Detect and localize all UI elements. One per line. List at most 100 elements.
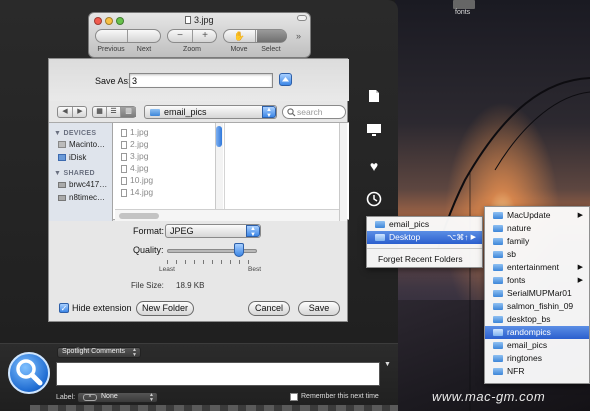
menu-item-randompics[interactable]: randompics — [485, 326, 589, 339]
save-button[interactable]: Save — [298, 301, 340, 316]
file-name: 3.jpg — [130, 151, 149, 161]
remember-checkbox[interactable] — [290, 393, 298, 401]
label-color-icon: × — [83, 394, 97, 401]
menu-item-macupdate[interactable]: MacUpdate ▶ — [485, 209, 589, 222]
menu-item-nfr[interactable]: NFR — [485, 365, 589, 378]
list-item[interactable]: 4.jpg — [121, 163, 148, 173]
menu-item-email-pics[interactable]: email_pics — [485, 339, 589, 352]
minimize-button[interactable] — [105, 17, 113, 25]
toolbar-toggle-button[interactable] — [297, 15, 307, 21]
menu-item-forget-recent[interactable]: Forget Recent Folders — [367, 253, 482, 266]
shared-header: ▼ SHARED — [54, 170, 95, 177]
monitor-icon[interactable] — [366, 122, 382, 138]
file-name: 10.jpg — [130, 175, 154, 185]
move-tool-button[interactable]: ✋ — [224, 30, 256, 42]
menu-item-serialmupmar01[interactable]: SerialMUPMar01 — [485, 287, 589, 300]
menu-item-label: desktop_bs — [507, 314, 551, 324]
column-scrollbar[interactable] — [339, 123, 347, 221]
file-size-value: 18.9 KB — [176, 281, 205, 290]
scrollbar-thumb[interactable] — [119, 213, 159, 219]
format-popup[interactable]: JPEG ▲ ▼ — [165, 224, 261, 238]
column-view-button[interactable]: ▥ — [121, 107, 136, 117]
filename-input[interactable] — [129, 73, 273, 88]
sidebar-item-idisk[interactable]: iDisk — [69, 153, 111, 162]
watermark: www.mac-gm.com — [432, 389, 546, 404]
spotlight-comments-popup[interactable]: Spotlight Comments ▲ ▼ — [57, 347, 141, 358]
folder-icon — [493, 329, 503, 336]
hide-extension-checkbox[interactable]: ✓ — [59, 303, 69, 313]
menu-item-sb[interactable]: sb — [485, 248, 589, 261]
zoom-window-button[interactable] — [116, 17, 124, 25]
horizontal-scrollbar[interactable] — [115, 209, 339, 221]
sidebar-item-macintosh[interactable]: Macinto… — [69, 140, 111, 149]
previous-button[interactable] — [96, 30, 128, 42]
back-button[interactable]: ◀ — [58, 107, 73, 117]
list-item[interactable]: 10.jpg — [121, 175, 153, 185]
tool-segmented: ✋ — [223, 29, 287, 43]
menu-item-label: sb — [507, 249, 516, 259]
list-item[interactable]: 14.jpg — [121, 187, 153, 197]
zoom-in-button[interactable]: + — [193, 30, 217, 42]
next-button[interactable] — [129, 30, 161, 42]
disclosure-button[interactable] — [279, 73, 292, 86]
file-icon — [121, 164, 127, 173]
list-view-button[interactable]: ☰ — [107, 107, 121, 117]
format-value: JPEG — [170, 226, 194, 236]
menu-item-desktop-bs[interactable]: desktop_bs — [485, 313, 589, 326]
icon-view-button[interactable]: ▦ — [93, 107, 107, 117]
scrollbar-thumb[interactable] — [216, 126, 222, 147]
menu-item-email-pics[interactable]: email_pics — [367, 218, 482, 231]
menu-item-desktop[interactable]: Desktop ⌥⌘↑ ▶ — [367, 231, 482, 244]
menu-item-fonts[interactable]: fonts ▶ — [485, 274, 589, 287]
search-field[interactable]: search — [282, 105, 346, 119]
clock-icon[interactable] — [366, 191, 382, 207]
sidebar-item-shared-1[interactable]: brwc417… — [69, 180, 111, 189]
toolbar-overflow-button[interactable]: » — [296, 31, 301, 41]
file-size-label: File Size: — [131, 281, 164, 290]
cancel-button[interactable]: Cancel — [248, 301, 290, 316]
sidebar-item-shared-2[interactable]: n8timec… — [69, 193, 111, 202]
shortcut-label: ⌥⌘↑ — [447, 233, 469, 242]
menu-separator — [367, 248, 482, 249]
desktop-submenu: MacUpdate ▶ nature family sb entertainmen… — [484, 206, 590, 384]
spotlight-magnifier-icon — [8, 352, 50, 394]
fonts-folder-icon[interactable] — [453, 0, 475, 9]
menu-item-salmon-fishin[interactable]: salmon_fishin_09 — [485, 300, 589, 313]
document-icon[interactable] — [366, 88, 382, 104]
hard-drive-icon — [58, 141, 66, 148]
folder-icon — [493, 316, 503, 323]
forward-button[interactable]: ▶ — [73, 107, 87, 117]
menu-item-ringtones[interactable]: ringtones — [485, 352, 589, 365]
list-item[interactable]: 1.jpg — [121, 127, 148, 137]
comments-textarea[interactable] — [56, 362, 380, 386]
list-item[interactable]: 3.jpg — [121, 151, 148, 161]
zoom-out-button[interactable]: − — [168, 30, 193, 42]
location-popup[interactable]: email_pics ▲ ▼ — [144, 105, 277, 119]
network-computer-icon — [58, 195, 66, 201]
menu-item-entertainment[interactable]: entertainment ▶ — [485, 261, 589, 274]
popup-arrows-icon: ▲ ▼ — [149, 392, 154, 403]
column-scrollbar[interactable] — [215, 123, 223, 221]
label-popup[interactable]: × None ▲ ▼ — [77, 392, 158, 403]
heart-icon[interactable]: ♥ — [366, 158, 382, 174]
select-tool-button[interactable] — [257, 30, 287, 42]
sidebar: ▼ DEVICES Macinto… iDisk ▼ SHARED brwc41… — [49, 123, 113, 221]
close-button[interactable] — [94, 17, 102, 25]
quality-slider-knob[interactable] — [234, 243, 244, 257]
popup-arrows-icon: ▲ ▼ — [132, 347, 137, 358]
menu-item-nature[interactable]: nature — [485, 222, 589, 235]
network-computer-icon — [58, 182, 66, 188]
file-name: 14.jpg — [130, 187, 154, 197]
submenu-arrow-icon: ▶ — [577, 264, 583, 271]
folder-icon — [493, 251, 503, 258]
disclosure-triangle-icon[interactable]: ▼ — [54, 130, 61, 137]
new-folder-button[interactable]: New Folder — [136, 301, 194, 316]
disclosure-triangle-icon[interactable]: ▼ — [54, 170, 61, 177]
list-item[interactable]: 2.jpg — [121, 139, 148, 149]
select-label: Select — [261, 46, 281, 53]
folder-icon — [493, 355, 503, 362]
folder-icon — [493, 368, 503, 375]
menu-item-family[interactable]: family — [485, 235, 589, 248]
expand-triangle-icon[interactable]: ▼ — [384, 361, 391, 368]
view-segmented: ▦ ☰ ▥ — [92, 106, 136, 118]
